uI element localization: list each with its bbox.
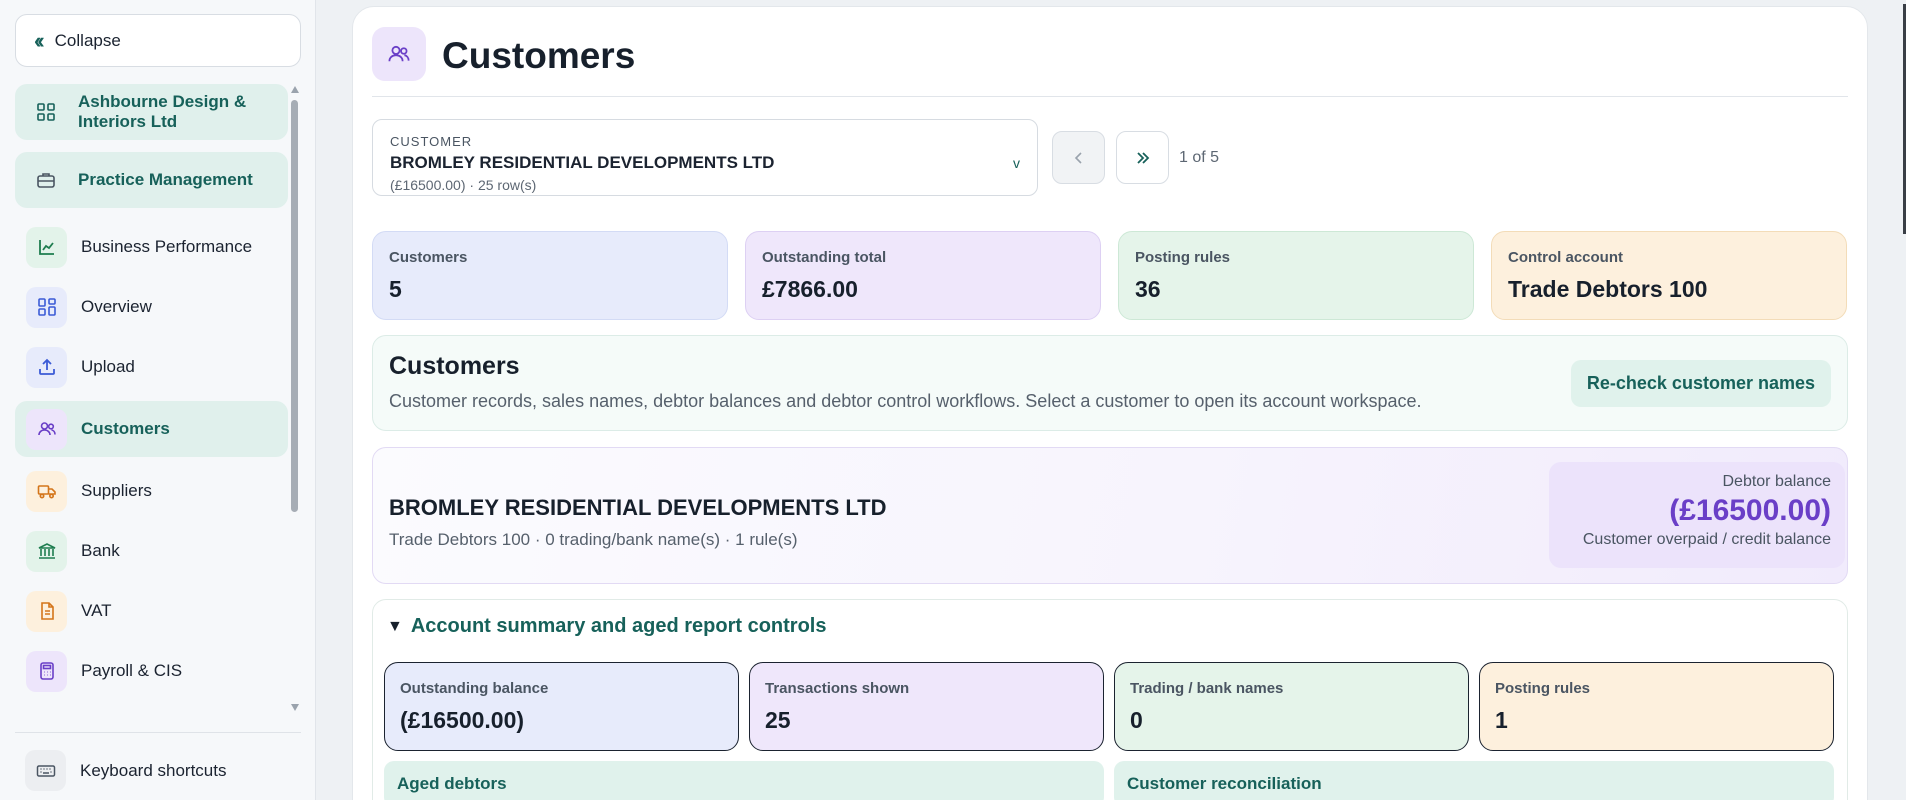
stat-value: 5 [389,276,402,302]
next-customer-button[interactable] [1116,131,1169,184]
double-chevron-right-icon [1136,151,1149,164]
sidebar-item-label: Ashbourne Design & Interiors Ltd [78,92,247,131]
sidebar-item-company[interactable]: Ashbourne Design & Interiors Ltd [15,84,288,140]
triangle-down-icon: ▼ [387,617,403,635]
briefcase-icon [25,160,66,201]
collapse-label: Collapse [54,30,121,50]
customer-select-caption: CUSTOMER [390,134,473,149]
truck-icon [26,470,67,512]
sidebar-divider [15,732,301,733]
keyboard-icon [25,750,66,791]
debtor-balance-value: (£16500.00) [1669,494,1831,527]
sidebar-item-business-performance[interactable]: Business Performance [15,221,288,273]
account-name: BROMLEY RESIDENTIAL DEVELOPMENTS LTD [389,495,887,520]
debtor-balance-caption: Customer overpaid / credit balance [1582,531,1831,548]
sidebar-item-suppliers[interactable]: Suppliers [15,465,288,517]
stat-value: 36 [1135,276,1161,302]
previous-customer-button[interactable] [1052,131,1105,184]
sidebar-item-overview[interactable]: Overview [15,281,288,333]
keyboard-shortcuts-label: Keyboard shortcuts [80,760,227,780]
stat-value: £7866.00 [762,276,858,302]
recheck-customer-names-button[interactable]: Re-check customer names [1570,360,1831,407]
stat-value: (£16500.00) [400,707,525,733]
customer-select-detail: (£16500.00) · 25 row(s) [390,177,537,193]
customers-info-card: Customers Customer records, sales names,… [372,335,1848,431]
sidebar-item-label: VAT [81,601,112,620]
info-description: Customer records, sales names, debtor ba… [389,391,1422,411]
bank-icon [26,530,67,572]
grid-icon [25,92,66,133]
sidebar-item-payroll-cis[interactable]: Payroll & CIS [15,645,288,697]
page-title: Customers [442,35,636,76]
sidebar-nav: Ashbourne Design & Interiors Ltd Practic… [15,84,288,704]
document-icon [26,590,67,632]
sidebar-item-label: Customers [81,419,170,438]
stat-card-posting-rules: Posting rules 36 [1118,231,1474,320]
chevron-down-icon: v [1013,155,1020,171]
tab-customer-reconciliation[interactable]: Customer reconciliation [1114,761,1834,800]
sidebar-item-label: Upload [81,357,135,376]
double-chevron-left-icon: ‹‹ [34,27,44,53]
collapse-button[interactable]: ‹‹ Collapse [15,14,301,67]
stat-card-control-account: Control account Trade Debtors 100 [1491,231,1847,320]
stat-label: Outstanding total [762,249,887,266]
sidebar-item-label: Suppliers [81,481,152,500]
sidebar-item-customers[interactable]: Customers [15,401,288,457]
stat-value: Trade Debtors 100 [1508,276,1708,302]
chevron-left-icon [1074,151,1082,164]
summary-stat-transactions-shown: Transactions shown 25 [749,662,1104,751]
stat-value: 25 [765,707,791,733]
stat-label: Trading / bank names [1130,680,1284,697]
sidebar-item-practice-management[interactable]: Practice Management [15,152,288,208]
keyboard-shortcuts-button[interactable]: Keyboard shortcuts [25,750,226,791]
dashboard-icon [26,286,67,328]
sidebar-item-label: Overview [81,297,152,316]
calculator-icon [26,650,67,692]
tab-aged-debtors[interactable]: Aged debtors [384,761,1104,800]
main-panel: Customers CUSTOMER BROMLEY RESIDENTIAL D… [352,6,1868,800]
customer-select-name: BROMLEY RESIDENTIAL DEVELOPMENTS LTD [390,153,775,172]
pager-position: 1 of 5 [1179,149,1220,166]
sidebar-item-vat[interactable]: VAT [15,585,288,637]
scroll-down-arrow[interactable] [291,704,299,711]
sidebar-scrollbar-thumb[interactable] [291,100,298,512]
users-icon [372,27,426,81]
account-summary-toggle[interactable]: ▼ Account summary and aged report contro… [387,615,826,638]
users-icon [26,408,67,450]
summary-stat-trading-bank-names: Trading / bank names 0 [1114,662,1469,751]
stat-label: Posting rules [1135,249,1231,266]
stat-label: Customers [389,249,468,266]
customer-select[interactable]: CUSTOMER BROMLEY RESIDENTIAL DEVELOPMENT… [372,119,1038,196]
stat-value: 0 [1130,707,1143,733]
stat-label: Transactions shown [765,680,910,697]
debtor-balance-label: Debtor balance [1722,473,1831,490]
stat-label: Posting rules [1495,680,1591,697]
sidebar-item-label: Bank [81,541,120,560]
sidebar: ‹‹ Collapse Ashbourne Design & Interiors… [0,0,316,800]
stat-label: Outstanding balance [400,680,549,697]
summary-stat-outstanding-balance: Outstanding balance (£16500.00) [384,662,739,751]
upload-icon [26,346,67,388]
debtor-balance-box: Debtor balance (£16500.00) Customer over… [1549,462,1845,568]
trend-chart-icon [26,226,67,268]
info-heading: Customers [389,352,520,380]
sidebar-item-upload[interactable]: Upload [15,341,288,393]
summary-stat-posting-rules: Posting rules 1 [1479,662,1834,751]
account-summary-heading: Account summary and aged report controls [410,615,827,637]
sidebar-item-label: Payroll & CIS [81,661,183,680]
stat-label: Control account [1508,249,1623,266]
sidebar-item-label: Practice Management [78,170,253,189]
stat-card-outstanding-total: Outstanding total £7866.00 [745,231,1101,320]
account-card: BROMLEY RESIDENTIAL DEVELOPMENTS LTD Tra… [372,447,1848,584]
account-meta: Trade Debtors 100 · 0 trading/bank name(… [389,530,798,549]
stat-card-customers: Customers 5 [372,231,728,320]
sidebar-item-bank[interactable]: Bank [15,525,288,577]
stat-value: 1 [1495,707,1508,733]
title-divider [372,96,1848,97]
sidebar-item-label: Business Performance [81,237,253,256]
scroll-up-arrow[interactable] [291,86,299,93]
